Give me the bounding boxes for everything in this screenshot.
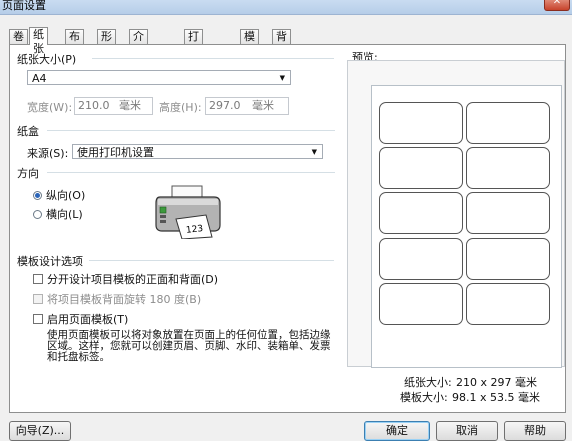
- height-value: 297.0: [209, 99, 241, 112]
- label-cell: [466, 238, 550, 280]
- tab-media[interactable]: 介质处理: [129, 29, 148, 85]
- tab-paper[interactable]: 纸张: [29, 27, 48, 55]
- preview-paper-size-value: 210 x 297 毫米: [456, 376, 537, 389]
- paper-size-select[interactable]: A4 ▼: [27, 70, 291, 85]
- width-value: 210.0: [78, 99, 110, 112]
- divider: [47, 172, 335, 173]
- chevron-down-icon: ▼: [279, 74, 285, 82]
- group-template-options: 模板设计选项: [17, 253, 335, 269]
- title-bar: 页面设置 ✕: [0, 0, 572, 15]
- label-cell: [379, 192, 463, 234]
- group-paper-size-label: 纸张大小(P): [17, 53, 77, 66]
- group-orientation: 方向: [17, 165, 335, 181]
- separate-front-back-label[interactable]: 分开设计项目模板的正面和背面(D): [47, 271, 218, 287]
- cancel-button[interactable]: 取消: [436, 421, 498, 441]
- label-cell: [466, 283, 550, 325]
- help-button[interactable]: 帮助: [504, 421, 566, 441]
- source-value: 使用打印机设置: [77, 146, 154, 159]
- window-title: 页面设置: [2, 0, 46, 12]
- paper-size-value: A4: [32, 72, 47, 85]
- landscape-radio[interactable]: [33, 210, 42, 219]
- height-label: 高度(H):: [159, 101, 202, 114]
- tab-print-order[interactable]: 打印顺序: [184, 29, 203, 85]
- preview-page: [371, 85, 562, 368]
- close-icon[interactable]: ✕: [544, 0, 570, 11]
- label-cell: [466, 147, 550, 189]
- divider: [47, 130, 335, 131]
- tab-layout[interactable]: 布局: [65, 29, 84, 57]
- source-select[interactable]: 使用打印机设置 ▼: [72, 144, 323, 159]
- preview-paper-size-label: 纸张大小:: [404, 376, 452, 389]
- separate-front-back-checkbox[interactable]: [33, 274, 43, 284]
- wizard-button[interactable]: 向导(Z)...: [9, 421, 71, 441]
- label-cell: [379, 238, 463, 280]
- width-label: 宽度(W):: [27, 101, 73, 114]
- label-cell: [379, 147, 463, 189]
- label-cell: [379, 102, 463, 144]
- preview-template-size-value: 98.1 x 53.5 毫米: [452, 391, 540, 404]
- tab-roll[interactable]: 卷: [9, 29, 28, 44]
- group-tray-label: 纸盒: [17, 125, 39, 138]
- printer-icon: 123: [155, 185, 221, 239]
- page-template-description: 使用页面模板可以将对象放置在页面上的任何位置，包括边缘区域。这样，您就可以创建页…: [47, 329, 331, 363]
- label-cell: [466, 102, 550, 144]
- label-cell: [466, 192, 550, 234]
- height-unit: 毫米: [252, 99, 274, 112]
- landscape-label[interactable]: 横向(L): [46, 206, 83, 222]
- printer-sheet-text: 123: [186, 224, 204, 236]
- enable-page-template-checkbox[interactable]: [33, 314, 43, 324]
- portrait-label[interactable]: 纵向(O): [46, 187, 85, 203]
- group-tray: 纸盒: [17, 123, 335, 139]
- tab-shape[interactable]: 形状: [97, 29, 116, 57]
- group-orientation-label: 方向: [17, 167, 39, 180]
- width-input[interactable]: 210.0 毫米: [74, 97, 153, 115]
- label-cell: [379, 283, 463, 325]
- group-template-options-label: 模板设计选项: [17, 255, 83, 268]
- group-paper-size: 纸张大小(P): [17, 51, 335, 67]
- tab-template[interactable]: 模板: [240, 29, 259, 57]
- divider: [89, 260, 334, 261]
- enable-page-template-label[interactable]: 启用页面模板(T): [47, 311, 128, 327]
- preview-template-size-label: 模板大小:: [400, 391, 448, 404]
- source-label: 来源(S):: [27, 147, 69, 160]
- chevron-down-icon: ▼: [311, 148, 317, 156]
- ok-button[interactable]: 确定: [364, 421, 430, 441]
- rotate-back-label: 将项目模板背面旋转 180 度(B): [47, 293, 202, 306]
- divider: [92, 58, 334, 59]
- height-input[interactable]: 297.0 毫米: [205, 97, 289, 115]
- portrait-radio[interactable]: [33, 191, 42, 200]
- width-unit: 毫米: [119, 99, 141, 112]
- tab-background[interactable]: 背景: [272, 29, 291, 57]
- rotate-back-checkbox[interactable]: [33, 294, 43, 304]
